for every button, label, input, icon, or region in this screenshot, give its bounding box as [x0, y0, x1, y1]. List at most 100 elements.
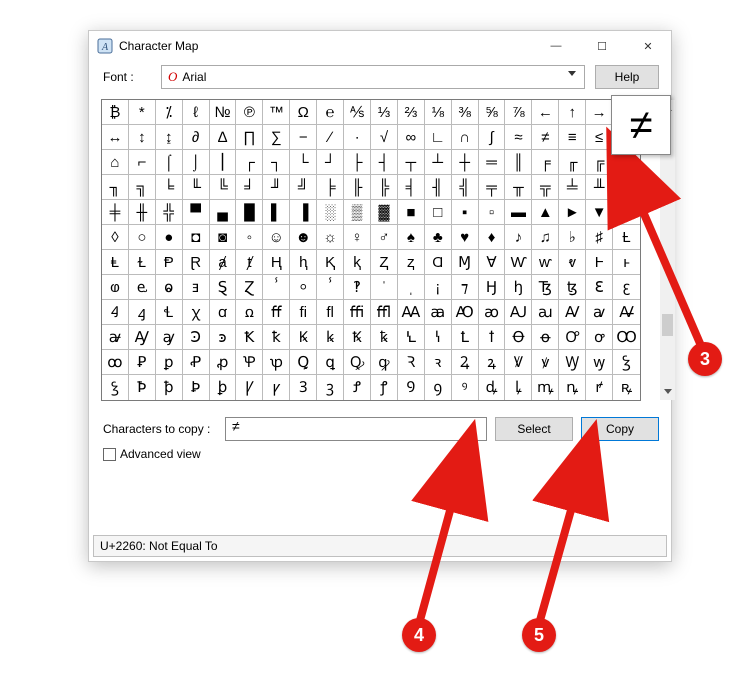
character-cell[interactable]: Ꝧ	[183, 375, 210, 400]
character-cell[interactable]: ⌂	[102, 150, 129, 175]
font-select[interactable]: O Arial	[161, 65, 585, 89]
character-cell[interactable]: ♂	[371, 225, 398, 250]
character-cell[interactable]: ꜵ	[479, 300, 506, 325]
character-cell[interactable]: Ȿ	[210, 275, 237, 300]
character-grid[interactable]: ₿*⁒ℓ№℗™Ω℮⅍⅓⅔⅛⅜⅝⅞←↑→↓↔↕↨∂∆∏∑−∕∙√∞∟∩∫≈≠≡≤≥…	[102, 100, 640, 400]
character-cell[interactable]: ꝛ	[425, 350, 452, 375]
character-cell[interactable]: ◦	[236, 225, 263, 250]
character-cell[interactable]: ‽	[344, 275, 371, 300]
character-cell[interactable]: ꝵ	[586, 375, 613, 400]
character-cell[interactable]: →	[586, 100, 613, 125]
character-cell[interactable]: ╠	[371, 175, 398, 200]
character-cell[interactable]: ꝑ	[156, 350, 183, 375]
character-cell[interactable]: ⸯ	[317, 275, 344, 300]
character-cell[interactable]: Ꜩ	[532, 275, 559, 300]
character-cell[interactable]: ╦	[532, 175, 559, 200]
character-cell[interactable]: Ꜭ	[102, 300, 129, 325]
scroll-thumb[interactable]	[662, 314, 673, 336]
character-cell[interactable]: ◙	[210, 225, 237, 250]
character-cell[interactable]: Ꜻ	[613, 300, 640, 325]
character-cell[interactable]: ⱸ	[129, 275, 156, 300]
character-cell[interactable]: ╚	[210, 175, 237, 200]
character-cell[interactable]: Ꝍ	[559, 325, 586, 350]
character-cell[interactable]: ꜭ	[129, 300, 156, 325]
character-cell[interactable]: ꝲ	[505, 375, 532, 400]
character-cell[interactable]: ꝱ	[479, 375, 506, 400]
character-cell[interactable]: ꝕ	[263, 350, 290, 375]
character-cell[interactable]: ♦	[479, 225, 506, 250]
character-cell[interactable]: ꜫ	[613, 275, 640, 300]
character-cell[interactable]: ♀	[344, 225, 371, 250]
character-cell[interactable]: ☻	[290, 225, 317, 250]
character-cell[interactable]: ⱳ	[532, 250, 559, 275]
maximize-button[interactable]: ☐	[579, 31, 625, 61]
character-cell[interactable]: ˈ	[371, 275, 398, 300]
character-cell[interactable]: ▫	[479, 200, 506, 225]
character-cell[interactable]: Ꜧ	[479, 275, 506, 300]
character-cell[interactable]: ≠	[532, 125, 559, 150]
character-cell[interactable]: ♥	[452, 225, 479, 250]
character-cell[interactable]: ├	[344, 150, 371, 175]
character-cell[interactable]: ╛	[236, 175, 263, 200]
character-cell[interactable]: ⅛	[425, 100, 452, 125]
character-cell[interactable]: ∑	[263, 125, 290, 150]
character-cell[interactable]: ꝃ	[317, 325, 344, 350]
character-cell[interactable]: ▪	[452, 200, 479, 225]
character-cell[interactable]: ╒	[532, 150, 559, 175]
character-cell[interactable]: ⱻ	[183, 275, 210, 300]
character-cell[interactable]: ◄	[613, 200, 640, 225]
character-cell[interactable]: ⱬ	[398, 250, 425, 275]
character-cell[interactable]: Ω	[290, 100, 317, 125]
character-cell[interactable]: ꜳ	[425, 300, 452, 325]
character-cell[interactable]: ⱶ	[613, 250, 640, 275]
character-cell[interactable]: Ꝏ	[613, 325, 640, 350]
character-cell[interactable]: ▌	[263, 200, 290, 225]
character-cell[interactable]: ꝇ	[425, 325, 452, 350]
character-cell[interactable]: ⅍	[344, 100, 371, 125]
character-cell[interactable]: ╓	[559, 150, 586, 175]
character-cell[interactable]: ╞	[317, 175, 344, 200]
character-cell[interactable]: ꝡ	[586, 350, 613, 375]
character-cell[interactable]: Ⱨ	[263, 250, 290, 275]
character-cell[interactable]: ⱪ	[344, 250, 371, 275]
character-cell[interactable]: ⅝	[479, 100, 506, 125]
character-cell[interactable]: ﬁ	[290, 300, 317, 325]
character-cell[interactable]: ﬃ	[344, 300, 371, 325]
character-cell[interactable]: Ꝯ	[398, 375, 425, 400]
character-cell[interactable]: ꝧ	[210, 375, 237, 400]
character-cell[interactable]: ꜩ	[559, 275, 586, 300]
close-button[interactable]: ✕	[625, 31, 671, 61]
character-cell[interactable]: ꝫ	[317, 375, 344, 400]
character-cell[interactable]: ╡	[398, 175, 425, 200]
character-cell[interactable]: √	[371, 125, 398, 150]
minimize-button[interactable]: —	[533, 31, 579, 61]
character-cell[interactable]: Ⱶ	[586, 250, 613, 275]
character-cell[interactable]: ꝟ	[532, 350, 559, 375]
character-cell[interactable]: Ꝣ	[613, 350, 640, 375]
character-cell[interactable]: ∕	[317, 125, 344, 150]
character-cell[interactable]: ¡	[425, 275, 452, 300]
characters-to-copy-input[interactable]: ≠	[225, 417, 487, 441]
character-cell[interactable]: Ɀ	[236, 275, 263, 300]
character-cell[interactable]: Ɑ	[425, 250, 452, 275]
character-cell[interactable]: ░	[317, 200, 344, 225]
character-cell[interactable]: ⱦ	[236, 250, 263, 275]
character-cell[interactable]: ╜	[263, 175, 290, 200]
character-cell[interactable]: ┬	[398, 150, 425, 175]
character-cell[interactable]: □	[425, 200, 452, 225]
character-cell[interactable]: ∏	[236, 125, 263, 150]
character-cell[interactable]: Ƚ	[613, 225, 640, 250]
character-cell[interactable]: ꝣ	[102, 375, 129, 400]
character-cell[interactable]: ⁊	[452, 275, 479, 300]
character-cell[interactable]: ▄	[210, 200, 237, 225]
character-cell[interactable]: Ɱ	[452, 250, 479, 275]
character-cell[interactable]: ꝅ	[371, 325, 398, 350]
character-cell[interactable]: █	[236, 200, 263, 225]
character-cell[interactable]: ∆	[210, 125, 237, 150]
character-cell[interactable]: Ꜳ	[398, 300, 425, 325]
character-cell[interactable]: ╗	[129, 175, 156, 200]
character-cell[interactable]: Ꝑ	[129, 350, 156, 375]
character-cell[interactable]: ╔	[586, 150, 613, 175]
character-cell[interactable]: ⁒	[156, 100, 183, 125]
character-cell[interactable]: ꭓ	[183, 300, 210, 325]
